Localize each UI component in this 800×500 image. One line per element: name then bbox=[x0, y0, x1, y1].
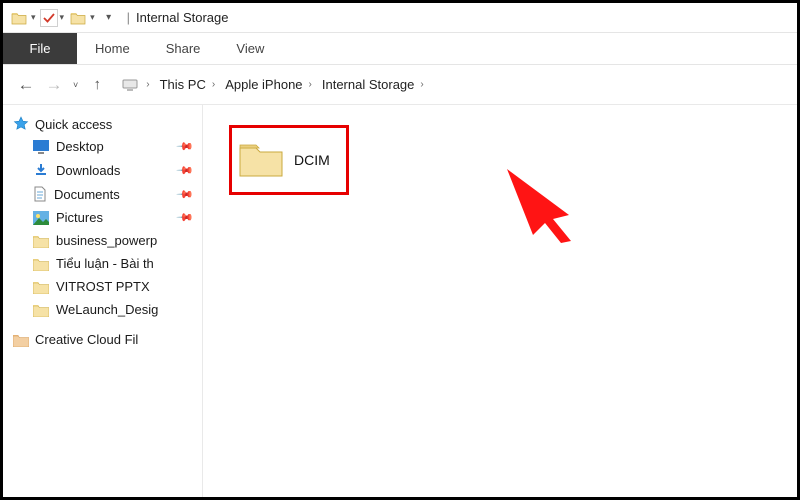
breadcrumb-current[interactable]: Internal Storage › bbox=[318, 75, 428, 94]
tab-view[interactable]: View bbox=[218, 33, 282, 64]
quick-access-header[interactable]: Quick access bbox=[11, 113, 202, 135]
breadcrumb-this-pc[interactable]: This PC › bbox=[156, 75, 220, 94]
sidebar-item-label: Tiểu luận - Bài th bbox=[56, 256, 154, 271]
window-title: Internal Storage bbox=[136, 10, 229, 25]
sidebar-item-label: Documents bbox=[54, 187, 120, 202]
downloads-icon bbox=[33, 162, 49, 178]
breadcrumb-label: Apple iPhone bbox=[225, 77, 302, 92]
forward-button[interactable]: → bbox=[43, 74, 65, 96]
sidebar-item-label: Desktop bbox=[56, 139, 104, 154]
content-pane[interactable]: DCIM bbox=[203, 105, 797, 497]
cc-folder-icon bbox=[13, 333, 29, 347]
back-button[interactable]: ← bbox=[15, 74, 37, 96]
tab-share[interactable]: Share bbox=[148, 33, 219, 64]
sidebar-item-downloads[interactable]: Downloads 📌 bbox=[11, 158, 202, 182]
folder-icon bbox=[33, 303, 49, 317]
sidebar-item-pictures[interactable]: Pictures 📌 bbox=[11, 206, 202, 229]
sidebar-item-label: Pictures bbox=[56, 210, 103, 225]
sidebar-item-label: Creative Cloud Fil bbox=[35, 332, 138, 347]
tab-home[interactable]: Home bbox=[77, 33, 148, 64]
folder-item-dcim[interactable]: DCIM bbox=[229, 125, 349, 195]
folder-icon bbox=[33, 257, 49, 271]
sidebar-item-label: VITROST PPTX bbox=[56, 279, 150, 294]
title-bar: ▾ ▾ ▾ ▾ | Internal Storage bbox=[3, 3, 797, 33]
dropdown-icon[interactable]: ▾ bbox=[31, 12, 38, 23]
pin-icon: 📌 bbox=[176, 185, 195, 204]
sidebar-item-label: Downloads bbox=[56, 163, 120, 178]
quick-access-label: Quick access bbox=[35, 117, 112, 132]
up-button[interactable]: ↑ bbox=[86, 74, 108, 96]
body: Quick access Desktop 📌 Downloads 📌 bbox=[3, 105, 797, 497]
ribbon: File Home Share View bbox=[3, 33, 797, 65]
dropdown-icon[interactable]: ▾ bbox=[60, 12, 67, 23]
quick-access-toolbar: ▾ ▾ ▾ ▾ bbox=[3, 8, 125, 28]
breadcrumb-label: This PC bbox=[160, 77, 206, 92]
breadcrumb-root[interactable]: › bbox=[118, 76, 153, 94]
window-frame: ▾ ▾ ▾ ▾ | Internal Storage File Home Sha… bbox=[0, 0, 800, 500]
folder-icon bbox=[33, 280, 49, 294]
chevron-right-icon[interactable]: › bbox=[212, 79, 215, 90]
sidebar-item-documents[interactable]: Documents 📌 bbox=[11, 182, 202, 206]
folder-label: DCIM bbox=[294, 152, 330, 168]
recent-locations-dropdown[interactable]: ˅ bbox=[71, 80, 80, 90]
chevron-right-icon[interactable]: › bbox=[146, 79, 149, 90]
properties-checkmark-icon[interactable] bbox=[40, 9, 58, 27]
documents-icon bbox=[33, 186, 47, 202]
breadcrumb[interactable]: › This PC › Apple iPhone › Internal Stor… bbox=[114, 72, 789, 98]
sidebar-item-folder[interactable]: VITROST PPTX bbox=[11, 275, 202, 298]
sidebar-item-creative-cloud[interactable]: Creative Cloud Fil bbox=[11, 329, 202, 350]
sidebar-item-desktop[interactable]: Desktop 📌 bbox=[11, 135, 202, 158]
dropdown-icon[interactable]: ▾ bbox=[90, 12, 97, 23]
folder-icon bbox=[33, 234, 49, 248]
pin-icon: 📌 bbox=[176, 137, 195, 156]
sidebar-item-label: business_powerp bbox=[56, 233, 157, 248]
pin-icon: 📌 bbox=[176, 161, 195, 180]
address-bar: ← → ˅ ↑ › This PC › Apple iPhone › Inter… bbox=[3, 65, 797, 105]
qat-folder-icon[interactable] bbox=[9, 8, 29, 28]
qat-overflow-icon[interactable]: ▾ bbox=[99, 8, 119, 28]
file-tab[interactable]: File bbox=[3, 33, 77, 64]
annotation-arrow-icon bbox=[499, 161, 619, 243]
sidebar-item-folder[interactable]: WeLaunch_Desig bbox=[11, 298, 202, 321]
chevron-right-icon[interactable]: › bbox=[309, 79, 312, 90]
folder-icon bbox=[238, 140, 284, 180]
pin-icon: 📌 bbox=[176, 208, 195, 227]
sidebar-item-label: WeLaunch_Desig bbox=[56, 302, 158, 317]
qat-folder-icon[interactable] bbox=[68, 8, 88, 28]
navigation-pane: Quick access Desktop 📌 Downloads 📌 bbox=[3, 105, 203, 497]
pc-icon bbox=[122, 78, 140, 92]
title-separator: | bbox=[127, 10, 130, 25]
breadcrumb-label: Internal Storage bbox=[322, 77, 415, 92]
chevron-right-icon[interactable]: › bbox=[420, 79, 423, 90]
sidebar-item-folder[interactable]: Tiểu luận - Bài th bbox=[11, 252, 202, 275]
pictures-icon bbox=[33, 211, 49, 225]
star-icon bbox=[13, 116, 29, 132]
desktop-icon bbox=[33, 140, 49, 154]
sidebar-item-folder[interactable]: business_powerp bbox=[11, 229, 202, 252]
breadcrumb-device[interactable]: Apple iPhone › bbox=[221, 75, 316, 94]
